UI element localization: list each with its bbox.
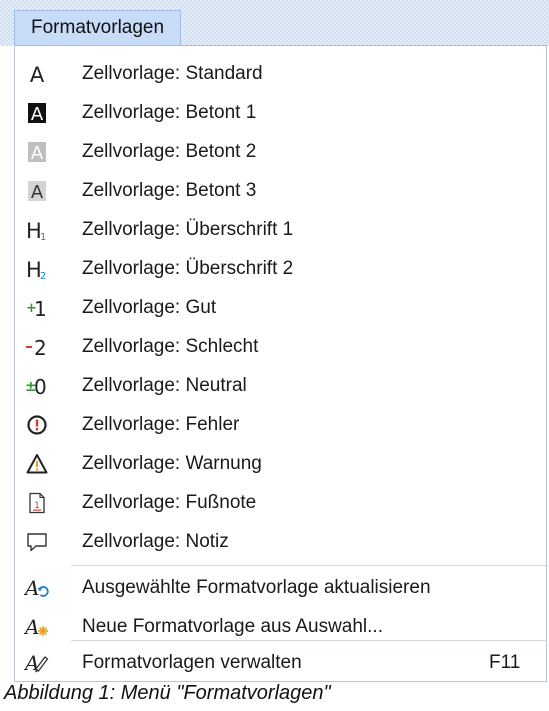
cell-style-a-grey-icon: A	[21, 175, 53, 207]
heading-1-icon: H1	[21, 214, 53, 246]
menu-item-standard[interactable]: A Zellvorlage: Standard	[15, 56, 546, 92]
svg-text:1: 1	[34, 297, 47, 320]
menu-item-label: Formatvorlagen verwalten	[82, 652, 302, 673]
plus-minus-zero-icon: ±0	[21, 370, 53, 402]
cell-style-a-light-icon: A	[21, 136, 53, 168]
svg-text:A: A	[30, 63, 45, 86]
menu-item-betont-2[interactable]: A Zellvorlage: Betont 2	[15, 134, 546, 170]
svg-text:2: 2	[40, 271, 46, 281]
shortcut-label: F11	[489, 652, 521, 673]
svg-text:A: A	[24, 615, 39, 639]
menu-item-label: Zellvorlage: Fußnote	[82, 492, 257, 513]
menu-item-fehler[interactable]: Zellvorlage: Fehler	[15, 407, 546, 443]
formatvorlagen-dropdown: A Zellvorlage: Standard A Zellvorlage: B…	[14, 45, 547, 682]
menu-item-gut[interactable]: +1 Zellvorlage: Gut	[15, 290, 546, 326]
menu-item-label: Zellvorlage: Betont 2	[82, 141, 257, 162]
update-style-icon: A	[21, 572, 53, 604]
error-circle-icon	[21, 409, 53, 441]
warning-triangle-icon	[21, 448, 53, 480]
cell-style-a-icon: A	[21, 58, 53, 90]
menu-item-label: Zellvorlage: Betont 1	[82, 102, 257, 123]
menu-item-label: Zellvorlage: Schlecht	[82, 336, 259, 357]
menu-separator	[71, 565, 546, 566]
minus-two-icon: 2	[21, 331, 53, 363]
menu-item-label: Zellvorlage: Neutral	[82, 375, 247, 396]
menu-item-label: Zellvorlage: Fehler	[82, 414, 240, 435]
menu-item-neutral[interactable]: ±0 Zellvorlage: Neutral	[15, 368, 546, 404]
menu-item-label: Zellvorlage: Warnung	[82, 453, 262, 474]
menu-item-ueberschrift-2[interactable]: H2 Zellvorlage: Überschrift 2	[15, 251, 546, 287]
svg-text:A: A	[31, 182, 44, 203]
menu-item-label: Zellvorlage: Betont 3	[82, 180, 257, 201]
manage-styles-icon: A	[21, 647, 53, 679]
menu-item-label: Zellvorlage: Notiz	[82, 531, 229, 552]
menu-item-label: Ausgewählte Formatvorlage aktualisieren	[82, 577, 431, 598]
menu-item-schlecht[interactable]: 2 Zellvorlage: Schlecht	[15, 329, 546, 365]
menu-item-manage-styles[interactable]: A Formatvorlagen verwalten F11	[15, 645, 546, 681]
menu-item-fussnote[interactable]: 1 Zellvorlage: Fußnote	[15, 485, 546, 521]
menu-item-label: Zellvorlage: Gut	[82, 297, 217, 318]
new-style-icon: A	[21, 611, 53, 643]
cell-style-a-dark-icon: A	[21, 97, 53, 129]
svg-text:A: A	[31, 143, 44, 164]
svg-text:2: 2	[34, 336, 47, 359]
speech-bubble-icon	[21, 526, 53, 558]
menu-item-warnung[interactable]: Zellvorlage: Warnung	[15, 446, 546, 482]
svg-text:A: A	[31, 104, 44, 125]
footnote-page-icon: 1	[21, 487, 53, 519]
menu-item-ueberschrift-1[interactable]: H1 Zellvorlage: Überschrift 1	[15, 212, 546, 248]
menu-item-betont-3[interactable]: A Zellvorlage: Betont 3	[15, 173, 546, 209]
svg-text:1: 1	[40, 232, 46, 242]
menu-separator	[71, 640, 546, 641]
menu-item-notiz[interactable]: Zellvorlage: Notiz	[15, 524, 546, 560]
menu-item-update-style[interactable]: A Ausgewählte Formatvorlage aktualisiere…	[15, 570, 546, 606]
menu-item-label: Zellvorlage: Standard	[82, 63, 263, 84]
plus-one-icon: +1	[21, 292, 53, 324]
menu-item-betont-1[interactable]: A Zellvorlage: Betont 1	[15, 95, 546, 131]
menu-formatvorlagen[interactable]: Formatvorlagen	[14, 10, 182, 45]
svg-text:0: 0	[34, 375, 47, 398]
heading-2-icon: H2	[21, 253, 53, 285]
menu-item-label: Zellvorlage: Überschrift 1	[82, 219, 294, 240]
menu-bar: Formatvorlagen	[0, 0, 549, 46]
figure-caption: Abbildung 1: Menü "Formatvorlagen"	[4, 682, 331, 704]
menu-item-label: Zellvorlage: Überschrift 2	[82, 258, 294, 279]
svg-text:A: A	[24, 576, 39, 600]
